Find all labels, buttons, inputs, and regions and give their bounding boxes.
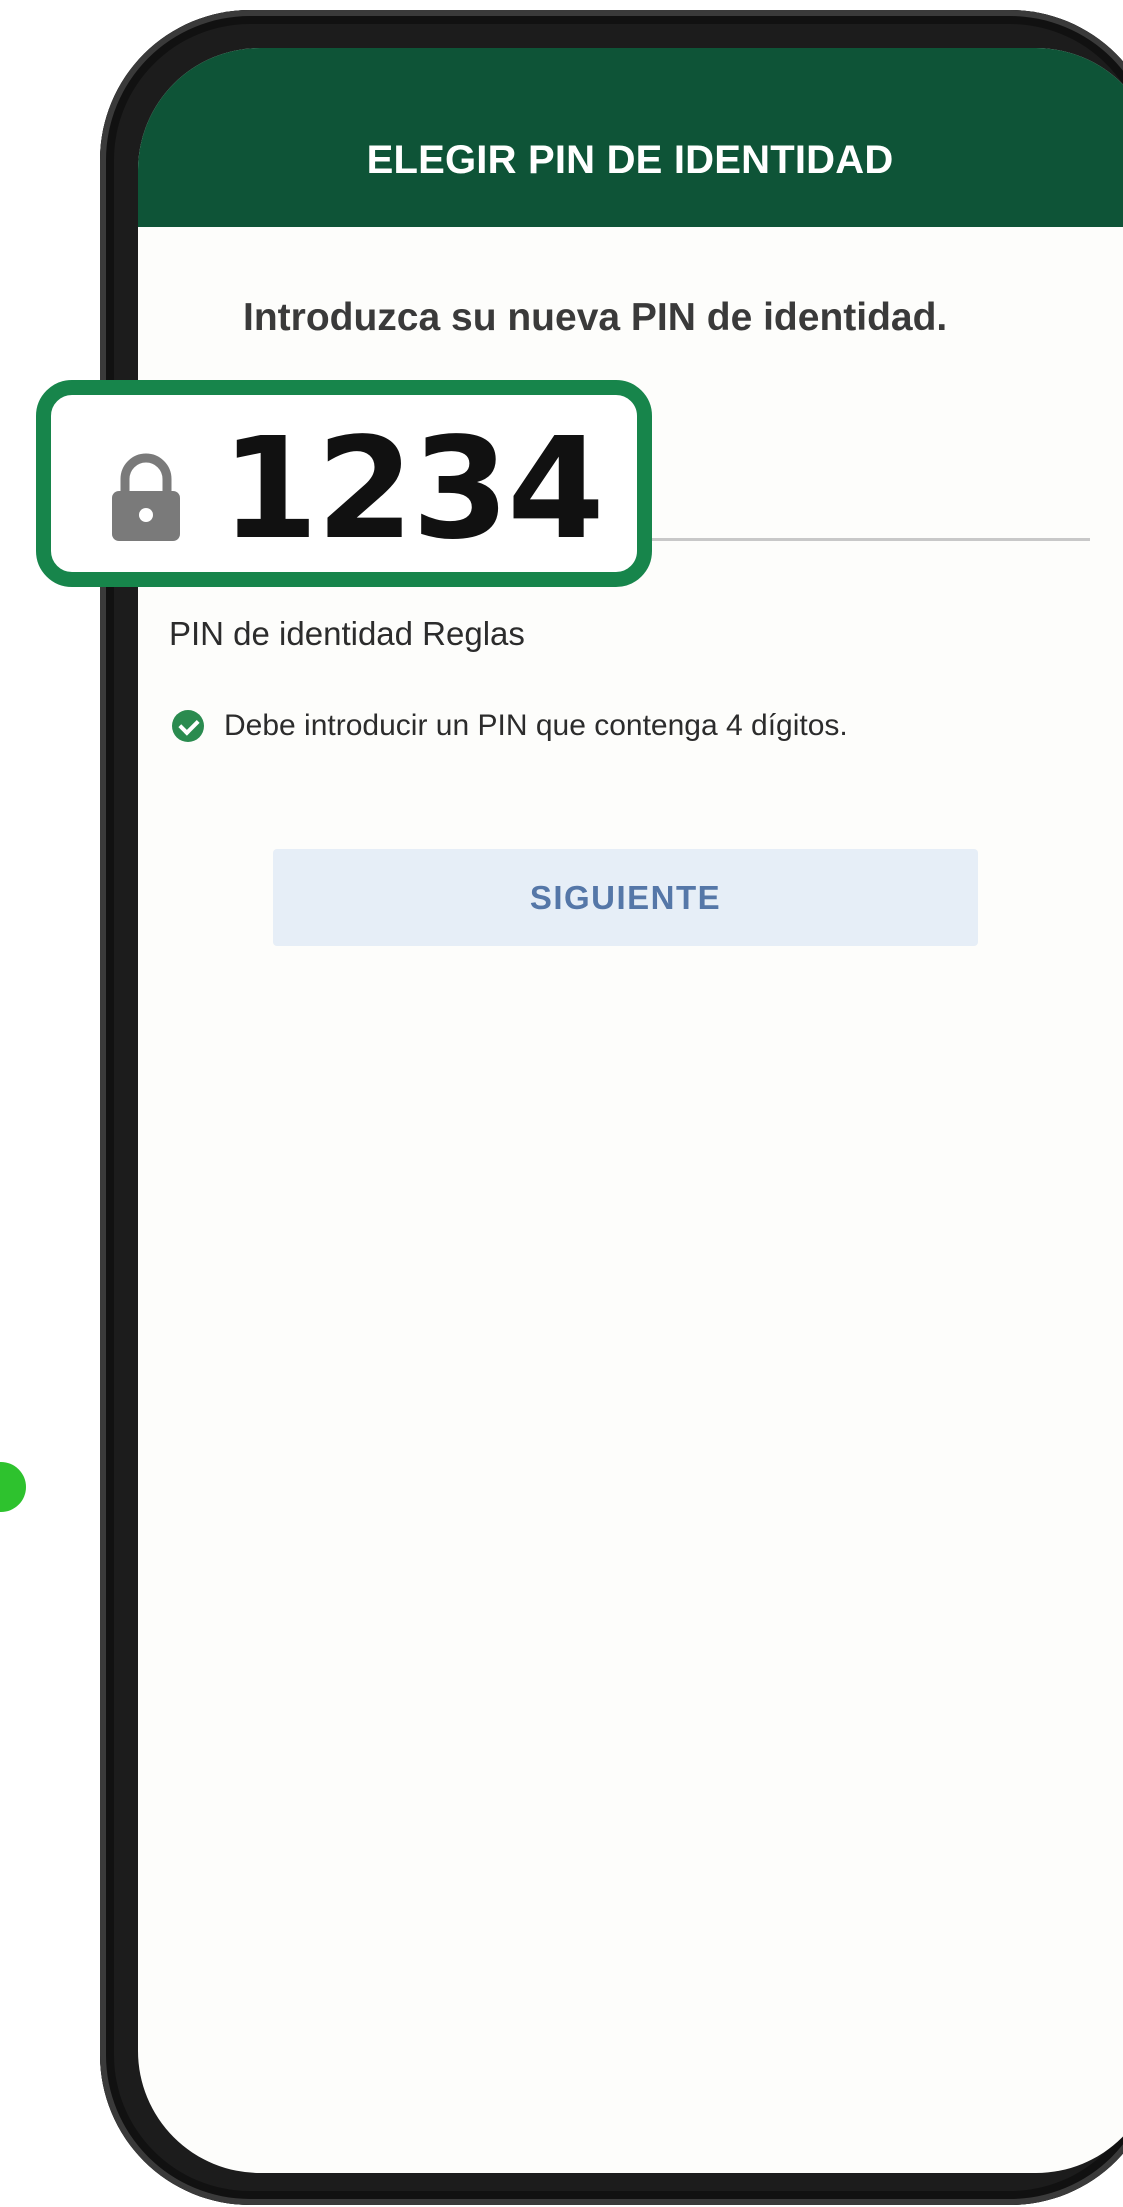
pin-rules-title: PIN de identidad Reglas	[169, 615, 525, 652]
pin-rule-item: Debe introducir un PIN que contenga 4 dí…	[172, 706, 848, 746]
lock-icon	[112, 453, 180, 541]
pin-input-highlight[interactable]: 1234	[36, 380, 652, 587]
check-circle-icon	[172, 710, 204, 742]
pin-input-value: 1234	[221, 408, 605, 571]
pin-instruction: Introduzca su nueva PIN de identidad.	[243, 296, 948, 339]
pin-input-underline[interactable]	[638, 538, 1090, 541]
page-title: ELEGIR PIN DE IDENTIDAD	[366, 138, 894, 182]
pin-rule-text: Debe introducir un PIN que contenga 4 dí…	[224, 709, 848, 742]
next-button[interactable]: SIGUIENTE	[273, 849, 978, 946]
indicator-dot	[0, 1462, 26, 1512]
phone-screen: ELEGIR PIN DE IDENTIDAD Introduzca su nu…	[138, 48, 1123, 2173]
app-header: ELEGIR PIN DE IDENTIDAD	[138, 48, 1123, 227]
